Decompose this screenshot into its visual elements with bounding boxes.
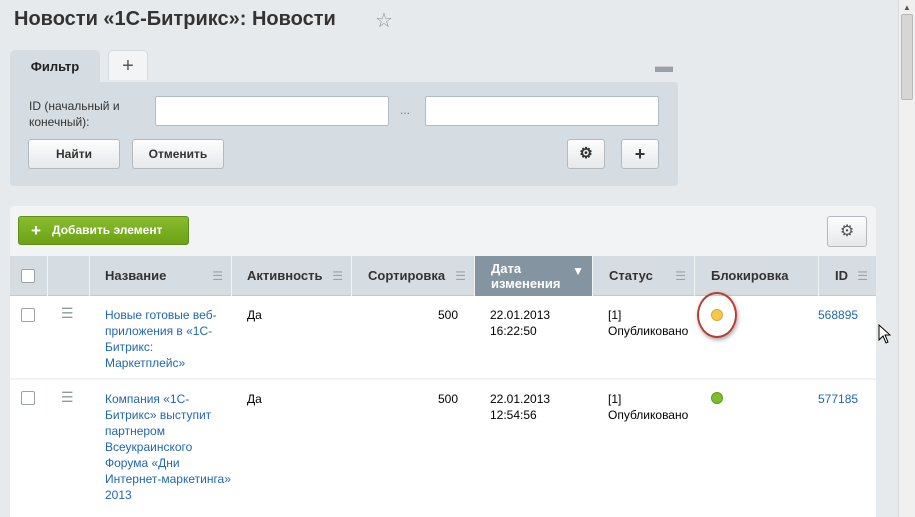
row-name-link[interactable]: Компания «1С-Битрикс» выступит партнером… [105,391,235,503]
column-date-header[interactable]: Дата изменения ▼ [475,256,593,296]
row-id-link[interactable]: 568895 [818,307,858,323]
row-active: Да [247,392,262,406]
row-date: 22.01.2013 [490,308,551,322]
lock-status-dot [711,392,723,404]
column-lock-header[interactable]: Блокировка [695,256,819,296]
column-status-header[interactable]: Статус ☰ [593,256,695,296]
cancel-button[interactable]: Отменить [132,139,224,169]
table-row[interactable]: ☰ Компания «1С-Битрикс» выступит партнер… [10,380,876,517]
range-separator: ... [400,103,411,117]
row-active: Да [247,308,262,322]
column-menu-icon[interactable]: ☰ [675,256,686,296]
row-sort: 500 [437,392,458,406]
row-sort: 500 [437,308,458,322]
id-range-label: ID (начальный и конечный): [29,99,120,129]
mouse-cursor-icon [878,324,892,344]
page-scrollbar[interactable]: ▲ [898,0,915,517]
plus-icon: + [634,144,646,164]
filter-settings-button[interactable]: ⚙ [567,139,605,169]
minimize-icon[interactable]: ▬ [655,56,673,77]
column-menu-icon[interactable]: ☰ [332,256,343,296]
select-all-checkbox[interactable] [21,269,35,283]
column-sort-header[interactable]: Сортировка ☰ [352,256,475,296]
row-name-link[interactable]: Новые готовые веб-приложения в «1С-Битри… [105,307,230,371]
row-menu-icon[interactable]: ☰ [61,305,74,322]
id-to-input[interactable] [425,96,659,126]
plus-icon: + [31,221,41,240]
column-id-header[interactable]: ID ☰ [819,256,876,296]
select-all-cell [10,256,48,296]
table-row[interactable]: ☰ Новые готовые веб-приложения в «1С-Бит… [10,292,876,378]
gear-icon: ⚙ [579,145,593,162]
filter-tab[interactable]: Фильтр [10,50,100,83]
column-menu-icon[interactable]: ☰ [212,256,223,296]
filter-panel: ID (начальный и конечный): ... Найти Отм… [10,82,678,186]
id-from-input[interactable] [155,96,389,126]
actions-header [48,256,90,296]
find-button[interactable]: Найти [28,139,120,169]
row-date: 22.01.2013 [490,392,551,406]
column-lock-label: Блокировка [711,268,789,283]
column-active-label: Активность [247,268,323,283]
column-sort-label: Сортировка [368,268,446,283]
table-header: Название ☰ Активность ☰ Сортировка ☰ Дата и… [10,256,876,296]
page-title: Новости «1С-Битрикс»: Новости [14,8,336,30]
column-status-label: Статус [609,268,653,283]
row-status-code: [1] [608,308,622,322]
row-checkbox[interactable] [21,391,35,405]
add-filter-field-button[interactable]: + [621,139,659,169]
list-settings-button[interactable]: ⚙ [827,216,867,247]
plus-icon: + [122,55,134,77]
column-menu-icon[interactable]: ☰ [455,256,466,296]
add-filter-tab-button[interactable]: + [108,50,148,80]
star-icon[interactable]: ☆ [375,8,393,33]
row-time: 12:54:56 [490,408,537,422]
column-active-header[interactable]: Активность ☰ [232,256,352,296]
row-menu-icon[interactable]: ☰ [61,389,74,406]
add-element-button[interactable]: + Добавить элемент [18,216,189,245]
row-status-code: [1] [608,392,622,406]
column-name-header[interactable]: Название ☰ [90,256,232,296]
lock-status-dot [711,309,723,321]
list-panel: + Добавить элемент ⚙ Название ☰ Активност… [10,206,876,517]
gear-icon: ⚙ [839,223,855,240]
row-status-text: Опубликовано [608,324,689,338]
column-name-label: Название [105,268,167,283]
add-element-label: Добавить элемент [52,223,163,237]
row-checkbox[interactable] [21,308,35,322]
column-date-label: Дата изменения [491,261,561,291]
row-status-text: Опубликовано [608,408,689,422]
column-menu-icon[interactable]: ☰ [857,256,868,296]
scroll-thumb[interactable] [901,14,913,100]
sort-desc-icon[interactable]: ▼ [572,256,584,286]
row-id-link[interactable]: 577185 [818,391,858,407]
row-time: 16:22:50 [490,324,537,338]
column-id-label: ID [835,268,848,283]
